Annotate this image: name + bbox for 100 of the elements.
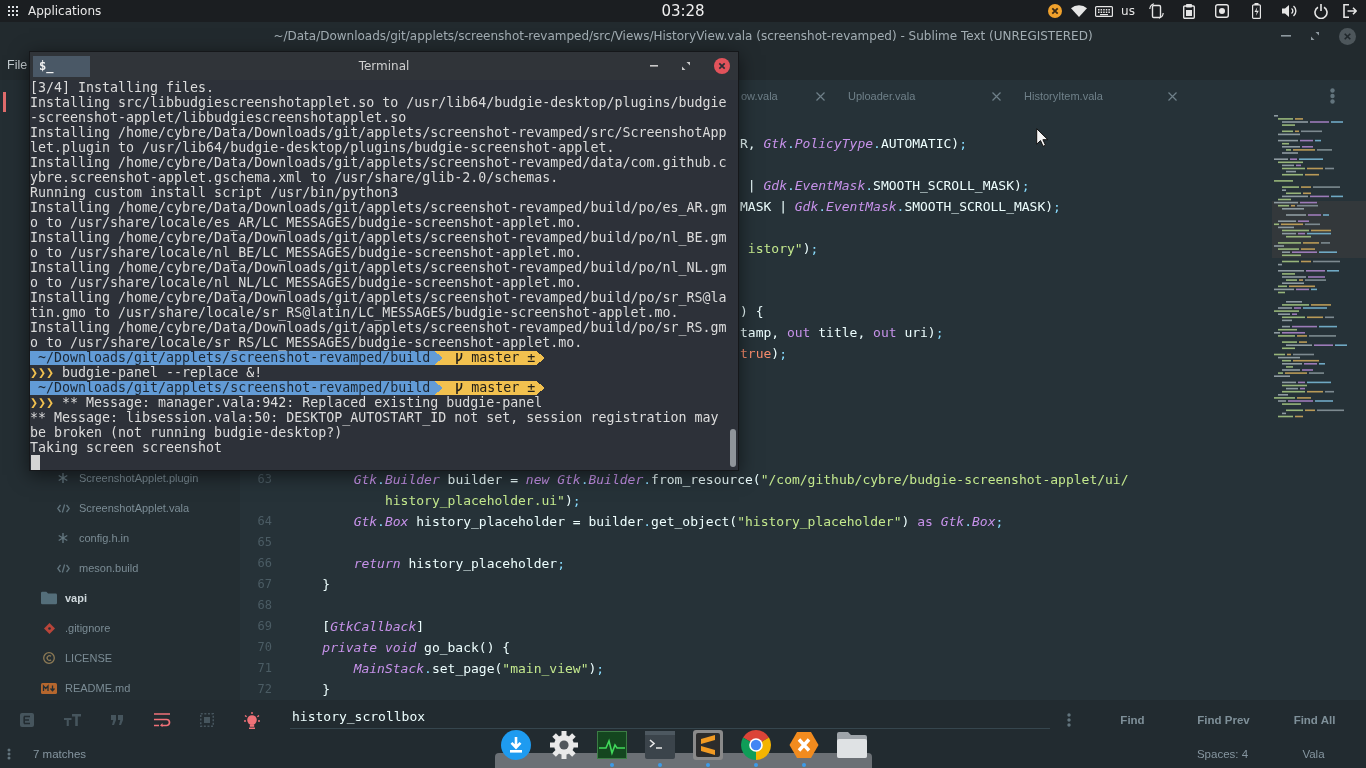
code-brackets-icon [56,503,70,513]
prompt-path-segment: ~/Downloads/git/applets/screenshot-revamped/build [30,381,444,395]
asterisk-icon [58,533,68,543]
terminal-line: Installing /home/cybre/Data/Downloads/git/applets/screenshot-revamped/src/ScreenshotApp [30,125,727,140]
volume-icon[interactable] [1281,4,1298,18]
code-line: | Gdk.EventMask.SMOOTH_SCROLL_MASK); [747,177,1030,195]
terminal-line: o to /usr/share/locale/nl_BE/LC_MESSAGES/budgie-screenshot-applet.mo. [30,245,583,260]
close-icon[interactable] [816,91,825,101]
terminal-line: -screenshot-applet/libbudgiescreenshotapplet.so [30,110,407,125]
indicator-bar-icon [3,92,6,112]
folder-icon [41,591,57,605]
more-icon[interactable] [1330,88,1335,104]
code-line: tamp, out title, out uri); [740,324,944,342]
keyboard-icon[interactable] [1095,5,1113,17]
branch-icon [455,352,464,364]
find-option-toggle[interactable] [17,710,37,730]
download-icon[interactable] [501,730,531,760]
scrollbar-thumb[interactable] [730,429,736,467]
power-icon[interactable] [1314,3,1328,19]
close-icon[interactable] [992,91,1001,101]
keyboard-layout: us [1121,4,1135,18]
branch-label: master ± [471,381,536,395]
app-grid-icon [8,6,18,16]
mouse-pointer-icon [1036,128,1048,147]
block-cursor-icon [31,455,40,470]
pulse-monitor-icon[interactable] [597,731,627,759]
code-line: R, Gtk.PolicyType.AUTOMATIC); [740,135,967,153]
more-icon[interactable] [1066,713,1071,727]
hexagon-x-icon[interactable] [789,731,819,759]
dashed-square-icon [200,713,214,727]
terminal-line: Installing /home/cybre/Data/Downloads/git/applets/screenshot-revamped/build/po/nl_NL.gm [30,260,727,275]
wrap-lines-icon [153,713,171,727]
clock: 03:28 [661,2,705,20]
terminal-line: tin.gmo to /usr/share/locale/sr_RS@latin/LC_MESSAGES/budgie-screenshot-applet.mo. [30,305,679,320]
terminal-line: Taking screen screenshot [30,440,223,455]
clipboard-icon[interactable] [1182,3,1195,19]
wifi-icon[interactable] [1071,5,1087,17]
diamond-icon [43,622,55,634]
terminal-icon[interactable] [645,731,675,759]
terminal-line: Installing /home/cybre/Data/Downloads/git/applets/screenshot-revamped/build/po/sr_RS.gm [30,320,727,335]
phone-rotate-icon[interactable] [1148,3,1164,19]
branch-label: master ± [471,351,536,365]
e-square-icon [20,713,34,727]
close-icon[interactable] [714,58,730,74]
copyright-icon [43,652,55,664]
code-line: history_placeholder.ui"); [384,492,581,510]
maximize-icon[interactable] [682,62,690,70]
terminal-line: Running custom install script /usr/bin/python3 [30,185,399,200]
gear-icon[interactable] [549,730,579,760]
tab[interactable]: ow.vala [740,80,830,112]
find-option-toggle[interactable] [242,710,262,730]
window-title: Terminal [358,59,410,73]
find-button[interactable]: Find [1087,706,1178,734]
syntax-status[interactable]: Vala [1302,748,1325,760]
sidebar-item[interactable]: README.md [0,676,240,700]
terminal-line: [3/4] Installing files. [30,80,215,95]
logout-icon[interactable] [1343,4,1357,18]
tab[interactable]: HistoryItem.vala [1006,80,1182,112]
sidebar-item[interactable]: vapi [0,586,240,610]
sidebar-item[interactable]: .gitignore [0,616,240,640]
sidebar-item[interactable]: meson.build [0,556,240,580]
code-line: } [322,681,331,699]
battery-icon[interactable] [1251,3,1261,19]
x-circle-icon[interactable] [1048,4,1062,18]
applications-menu[interactable]: Applications [0,0,102,22]
terminal-line: o to /usr/share/locale/es_AR/LC_MESSAGES/budgie-screenshot-applet.mo. [30,215,583,230]
sidebar-item[interactable]: LICENSE [0,646,240,670]
code-brackets-icon [56,563,70,573]
maximize-icon[interactable] [1311,32,1319,40]
code-line: istory"); [747,240,819,258]
terminal-line: o to /usr/share/locale/sr_RS/LC_MESSAGES/budgie-screenshot-applet.mo. [30,335,583,350]
folder-icon[interactable] [837,732,867,758]
terminal-line: Installing /home/cybre/Data/Downloads/git/applets/screenshot-revamped/build/po/nl_BE.gm [30,230,727,245]
sidebar-item[interactable]: config.h.in [0,526,240,550]
indentation-status[interactable]: Spaces: 4 [1196,748,1249,760]
search-field[interactable]: history_scrollbox [290,704,1050,729]
branch-icon [455,382,464,394]
segmented-circle-icon[interactable] [741,730,771,760]
code-line: Gtk.Box history_placeholder = builder.get_object("history_placeholder") as Gtk.Box; [353,513,1004,531]
terminal-line: Installing src/libbudgiescreenshotapplet.so to /usr/lib64/budgie-desktop/plugins/budgie [30,95,727,110]
prompt-path-segment: ~/Downloads/git/applets/screenshot-revamped/build [30,351,444,365]
close-icon[interactable] [1168,91,1177,101]
find-button[interactable]: Find All [1269,706,1360,734]
tab[interactable]: Uploader.vala [830,80,1006,112]
code-line: MASK | Gdk.EventMask.SMOOTH_SCROLL_MASK); [740,198,1061,216]
asterisk-icon [58,473,68,483]
terminal-line: o to /usr/share/locale/nl_NL/LC_MESSAGES/budgie-screenshot-applet.mo. [30,275,583,290]
find-option-toggle[interactable] [197,710,217,730]
terminal-line: ❯❯❯ ** Message: manager.vala:942: Replaced existing budgie-panel [30,395,543,410]
code-line: true); [740,345,787,363]
terminal-line: ❯❯❯ budgie-panel --replace &! [30,365,263,380]
menu-item[interactable]: File [7,58,28,72]
more-icon[interactable] [7,748,11,760]
terminal-line: ** Message: libsession.vala:50: DESKTOP_AUTOSTART_ID not set, session registration may [30,410,719,425]
stripes-tile-icon[interactable] [693,730,723,760]
window-title: ~/Data/Downloads/git/applets/screenshot-revamped/src/Views/HistoryView.vala (screenshot-revamped) - Sublime Text (UNREGISTERED) [273,29,1093,43]
find-option-toggle[interactable] [152,710,172,730]
terminal-line: Installing /home/cybre/Data/Downloads/git/applets/screenshot-revamped/data/com.github.c [30,155,727,170]
find-button[interactable]: Find Prev [1178,706,1269,734]
sidebar-item[interactable]: ScreenshotApplet.vala [0,496,240,520]
